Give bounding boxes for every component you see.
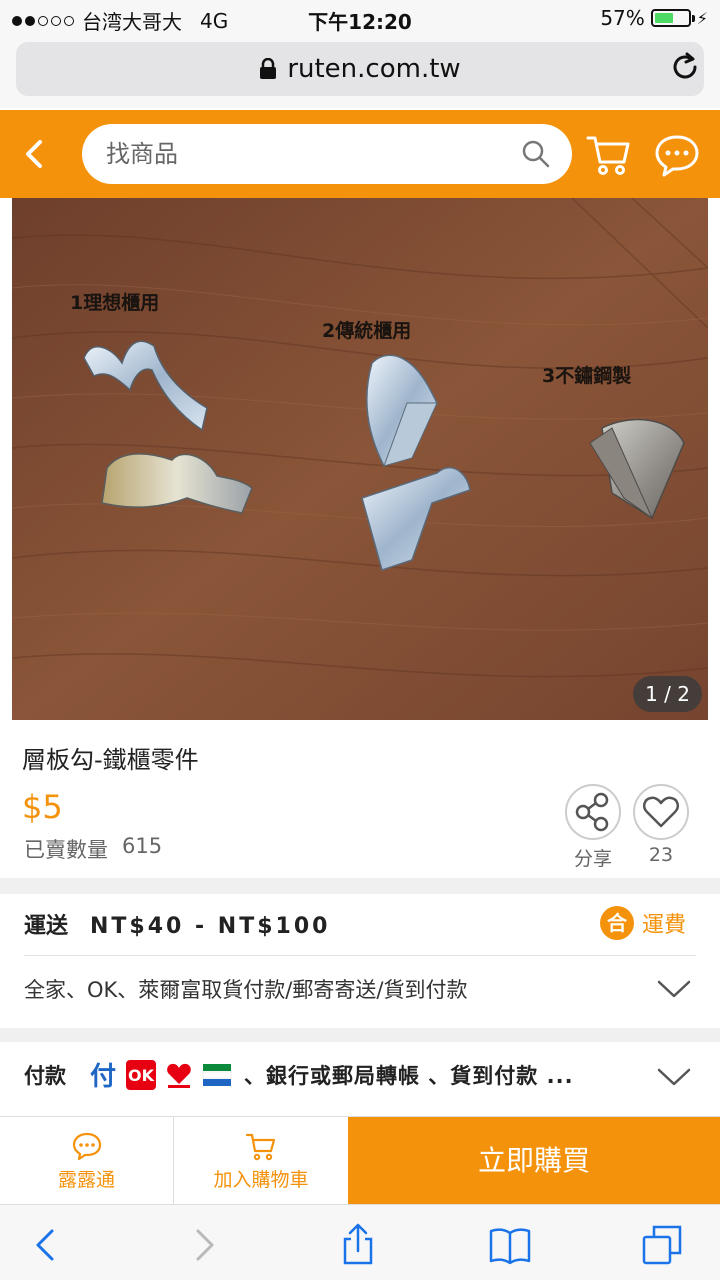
hilife-icon [164, 1060, 194, 1090]
search-input[interactable] [106, 134, 506, 174]
chat-bubble-icon [72, 1132, 101, 1161]
bookmarks-icon[interactable] [488, 1223, 532, 1267]
combined-shipping-badge: 合 [600, 906, 634, 940]
product-price: $5 [22, 788, 63, 826]
sold-count: 已賣數量 615 [24, 834, 162, 864]
browser-toolbar [0, 1204, 720, 1280]
photo-label: 2傳統櫃用 [322, 320, 412, 342]
battery-info: 57% ⚡ [600, 6, 708, 30]
search-box[interactable] [82, 124, 572, 184]
back-arrow-icon[interactable] [20, 134, 50, 174]
section-divider [0, 1028, 720, 1042]
chat-icon[interactable] [652, 130, 702, 180]
browser-forward-icon[interactable] [182, 1223, 226, 1267]
photo-label: 3不鏽鋼製 [542, 365, 632, 387]
sold-value: 615 [122, 834, 163, 858]
like-count: 23 [648, 844, 674, 866]
browser-url-bar: ruten.com.tw [0, 36, 720, 108]
chevron-down-icon[interactable] [656, 1066, 692, 1088]
buy-now-button[interactable]: 立即購買 [348, 1117, 720, 1205]
familymart-icon [202, 1060, 232, 1090]
shipping-label: 運送 [24, 914, 69, 939]
tabs-icon[interactable] [640, 1223, 684, 1267]
shipping-fee-label: 運費 [642, 913, 687, 938]
reload-icon[interactable] [668, 50, 702, 84]
chevron-down-icon[interactable] [656, 978, 692, 1000]
add-to-cart-button[interactable]: 加入購物車 [174, 1117, 348, 1205]
lock-icon [260, 58, 277, 79]
payment-label: 付款 [24, 1064, 66, 1088]
heart-icon [642, 796, 680, 828]
add-to-cart-label: 加入購物車 [213, 1169, 309, 1191]
action-bar: 露露通 加入購物車 立即購買 [0, 1116, 720, 1205]
url-text: ruten.com.tw [287, 54, 461, 84]
sold-label: 已賣數量 [24, 838, 108, 862]
browser-back-icon[interactable] [24, 1223, 68, 1267]
app-header [0, 110, 720, 198]
shipping-fee-link[interactable]: 合 運費 [600, 906, 686, 940]
payment-row: 付款 付 OK 、銀行或郵局轉帳 、貨到付款 ... [24, 1060, 574, 1092]
divider [24, 955, 696, 956]
section-divider [0, 878, 720, 894]
payment-methods-text: 、銀行或郵局轉帳 、貨到付款 ... [244, 1064, 574, 1088]
search-icon[interactable] [520, 138, 552, 170]
charging-icon: ⚡ [696, 8, 708, 28]
fu-pay-icon: 付 [88, 1060, 118, 1092]
shipping-range: NT$40 - NT$100 [90, 914, 331, 939]
shipping-methods: 全家、OK、萊爾富取貨付款/郵寄寄送/貨到付款 [24, 978, 468, 1002]
svg-text:OK: OK [128, 1066, 155, 1085]
image-counter: 1 / 2 [633, 676, 702, 712]
shipping-row: 運送 NT$40 - NT$100 [24, 908, 330, 940]
status-bar: 台湾大哥大 4G 下午12:20 57% ⚡ [0, 0, 720, 36]
chat-seller-label: 露露通 [57, 1169, 115, 1191]
product-photo: 1理想櫃用 2傳統櫃用 3不鏽鋼製 [12, 198, 708, 720]
like-button[interactable] [633, 784, 689, 840]
address-field[interactable]: ruten.com.tw [16, 42, 704, 96]
ok-mart-icon: OK [126, 1060, 156, 1090]
battery-percent: 57% [600, 6, 645, 30]
chat-seller-button[interactable]: 露露通 [0, 1117, 174, 1205]
cart-icon [245, 1133, 276, 1161]
product-title: 層板勾-鐵櫃零件 [22, 746, 199, 774]
cart-icon[interactable] [584, 130, 634, 180]
wood-background-illustration [12, 198, 708, 720]
svg-text:付: 付 [90, 1062, 116, 1090]
photo-label: 1理想櫃用 [70, 292, 160, 314]
share-sheet-icon[interactable] [336, 1223, 380, 1267]
share-icon [575, 792, 609, 832]
product-gallery[interactable]: 1理想櫃用 2傳統櫃用 3不鏽鋼製 1 / 2 [0, 198, 720, 720]
share-button[interactable] [565, 784, 621, 840]
battery-icon [650, 9, 695, 27]
